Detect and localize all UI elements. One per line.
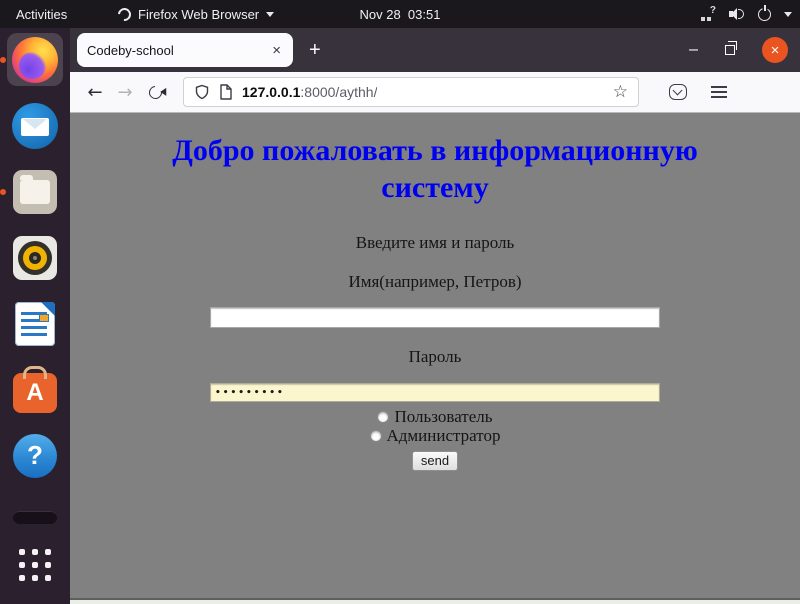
- url-text: 127.0.0.1:8000/aythh/: [242, 84, 377, 100]
- url-host: 127.0.0.1: [242, 84, 300, 100]
- name-input[interactable]: [210, 307, 660, 328]
- running-indicator: [0, 189, 6, 195]
- dock-item-libreoffice-writer[interactable]: [7, 297, 63, 350]
- radio-label-user: Пользователь: [394, 408, 492, 426]
- activities-button[interactable]: Activities: [0, 0, 83, 28]
- volume-icon: [729, 7, 745, 21]
- password-input[interactable]: [210, 383, 660, 402]
- running-indicator: [0, 57, 6, 63]
- intro-text: Введите имя и пароль: [70, 233, 800, 253]
- page-content: Добро пожаловать в информационную систем…: [70, 114, 800, 598]
- thunderbird-icon: [12, 103, 58, 149]
- radio-icon[interactable]: [377, 411, 389, 423]
- close-button[interactable]: ×: [762, 37, 788, 63]
- rhythmbox-icon: [13, 236, 57, 280]
- dock-item-rhythmbox[interactable]: [7, 231, 63, 284]
- dark-app-icon: [13, 511, 57, 524]
- show-applications-icon: [19, 549, 51, 581]
- app-menu-button[interactable]: Firefox Web Browser: [118, 0, 274, 28]
- reload-button[interactable]: [146, 83, 164, 101]
- libreoffice-writer-icon: [15, 302, 55, 346]
- firefox-window: Codeby-school × + – × ← →: [70, 28, 800, 598]
- files-icon: [13, 170, 57, 214]
- caret-down-icon: [266, 12, 274, 17]
- radio-label-admin: Администратор: [387, 427, 501, 445]
- navigation-bar: ← → 127.0.0.1:8000/aythh/ ☆: [70, 72, 800, 113]
- dock-item-help[interactable]: ?: [7, 429, 63, 482]
- radio-icon[interactable]: [370, 430, 382, 442]
- dock-item-firefox[interactable]: [7, 33, 63, 86]
- dock-item-files[interactable]: [7, 165, 63, 218]
- tab-title: Codeby-school: [87, 43, 270, 58]
- desktop-screen: Activities Firefox Web Browser Nov 28 03…: [0, 0, 800, 604]
- help-icon: ?: [13, 434, 57, 478]
- caret-down-icon: [784, 12, 792, 17]
- dock: A ?: [0, 28, 70, 604]
- dock-item-ubuntu-software[interactable]: A: [7, 363, 63, 416]
- power-icon: [758, 8, 771, 21]
- ubuntu-software-icon: A: [13, 373, 57, 413]
- url-path: :8000/aythh/: [300, 84, 377, 100]
- menu-hamburger-icon[interactable]: [711, 86, 727, 98]
- name-label: Имя(например, Петров): [70, 272, 800, 292]
- page-info-icon[interactable]: [219, 84, 233, 100]
- tab-bar: Codeby-school × + – ×: [70, 28, 800, 72]
- send-button[interactable]: send: [412, 451, 458, 471]
- tab-codeby-school[interactable]: Codeby-school ×: [77, 33, 293, 67]
- tab-close-icon[interactable]: ×: [270, 42, 283, 59]
- network-question-icon: ?: [701, 7, 716, 21]
- dock-item-thunderbird[interactable]: [7, 99, 63, 152]
- app-menu-label: Firefox Web Browser: [138, 7, 259, 22]
- window-controls: – ×: [689, 28, 788, 72]
- firefox-icon: [12, 37, 58, 83]
- maximize-button[interactable]: [725, 45, 735, 55]
- system-status-area[interactable]: ?: [701, 0, 792, 28]
- radio-option-user[interactable]: Пользователь: [70, 408, 800, 426]
- ubuntu-top-bar: Activities Firefox Web Browser Nov 28 03…: [0, 0, 800, 28]
- dock-item-dark-app[interactable]: [7, 495, 63, 525]
- bookmark-star-icon[interactable]: ☆: [613, 82, 628, 102]
- radio-option-admin[interactable]: Администратор: [70, 427, 800, 445]
- desktop-edge-strip: [70, 598, 800, 604]
- pocket-icon[interactable]: [669, 84, 687, 100]
- firefox-icon: [115, 5, 133, 23]
- password-label: Пароль: [70, 347, 800, 367]
- show-applications-button[interactable]: [7, 538, 63, 591]
- back-button[interactable]: ←: [80, 82, 110, 103]
- new-tab-button[interactable]: +: [309, 39, 321, 62]
- page-title: Добро пожаловать в информационную систем…: [165, 132, 705, 206]
- minimize-button[interactable]: –: [689, 45, 698, 55]
- url-bar[interactable]: 127.0.0.1:8000/aythh/ ☆: [183, 77, 639, 107]
- shield-icon[interactable]: [194, 84, 210, 100]
- forward-button[interactable]: →: [110, 82, 140, 103]
